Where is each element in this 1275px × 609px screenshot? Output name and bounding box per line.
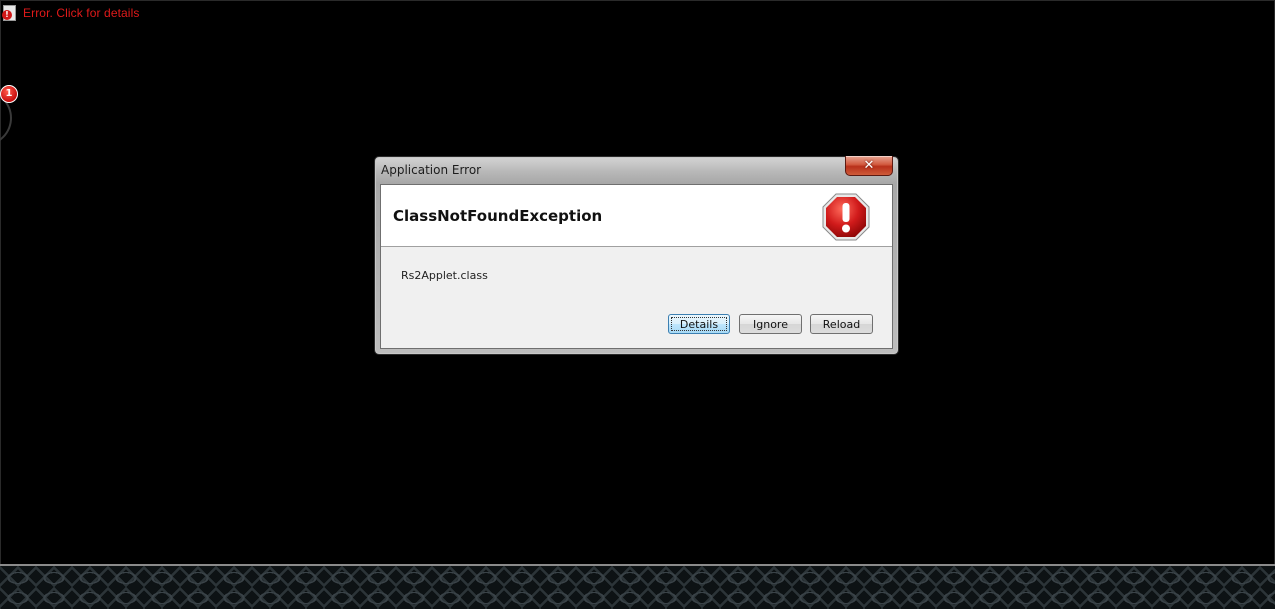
reload-button-label: Reload xyxy=(822,318,861,331)
reload-button[interactable]: Reload xyxy=(810,314,873,334)
ignore-button-label: Ignore xyxy=(753,318,788,331)
application-error-dialog: Application Error ✕ ClassNotFoundExcepti… xyxy=(374,156,899,355)
close-button[interactable]: ✕ xyxy=(845,156,893,176)
applet-error-text[interactable]: Error. Click for details xyxy=(23,6,139,20)
stop-error-icon xyxy=(822,193,870,241)
dialog-header: ClassNotFoundException xyxy=(381,185,892,247)
footer-knot-pattern xyxy=(0,566,1275,609)
ignore-button[interactable]: Ignore xyxy=(739,314,802,334)
error-message: Rs2Applet.class xyxy=(401,269,488,282)
dialog-titlebar[interactable]: Application Error ✕ xyxy=(375,156,898,183)
applet-error-icon: ! xyxy=(2,5,16,21)
close-icon: ✕ xyxy=(863,158,875,173)
dialog-title: Application Error xyxy=(381,163,482,177)
applet-error-status[interactable]: ! Error. Click for details xyxy=(2,4,139,22)
details-button[interactable]: Details xyxy=(668,314,730,334)
dialog-body: ClassNotFoundException Rs2Applet.class D… xyxy=(380,184,893,349)
exception-title: ClassNotFoundException xyxy=(393,207,603,225)
notification-badge[interactable]: 1 xyxy=(0,85,18,103)
